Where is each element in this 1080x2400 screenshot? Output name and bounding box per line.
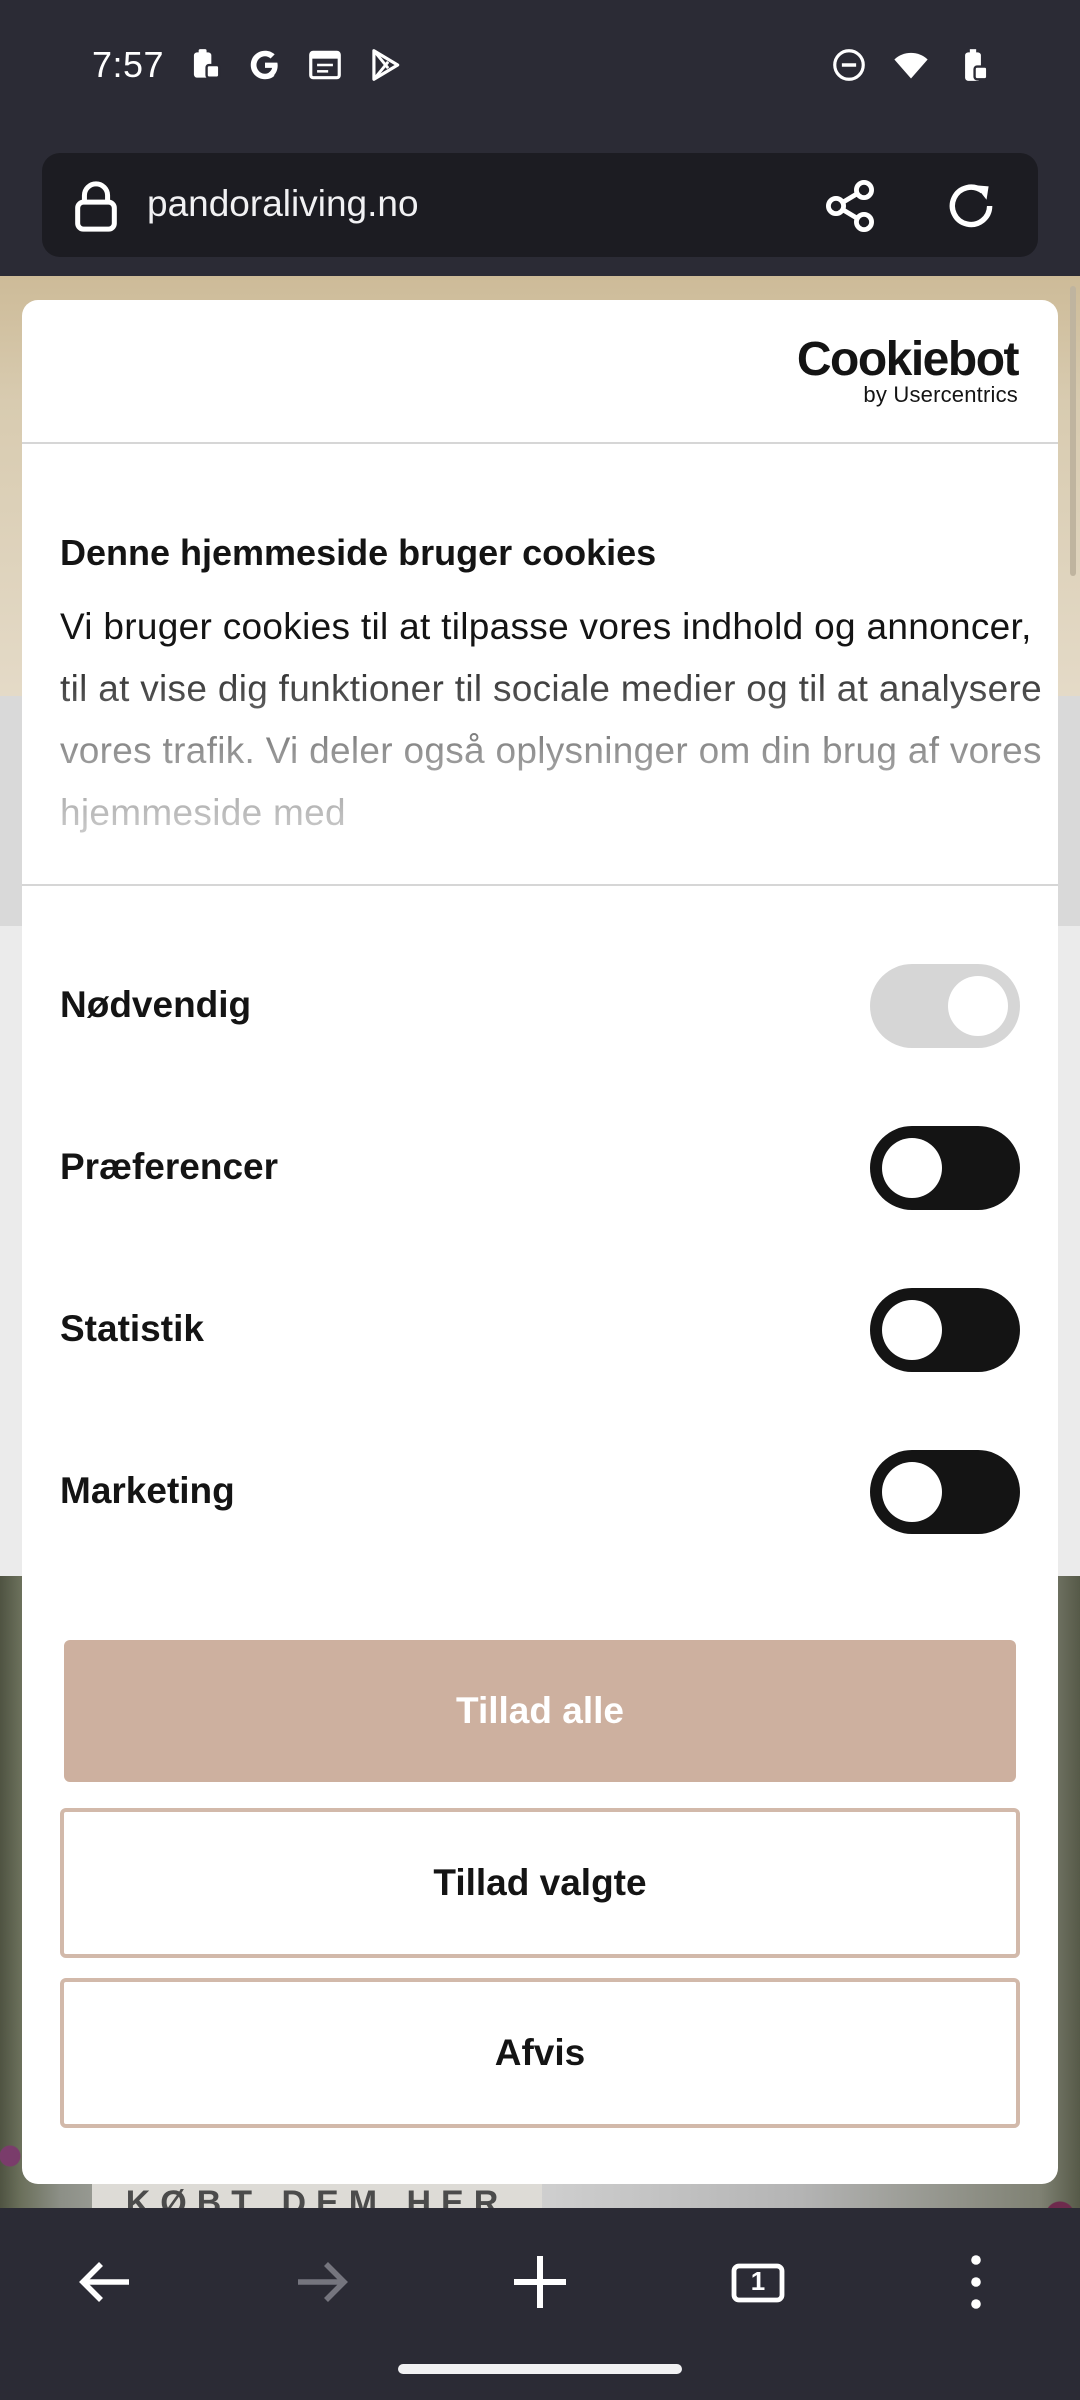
battery-icon: [965, 49, 989, 81]
toggle-row-necessary: Nødvendig: [22, 956, 1058, 1056]
toggle-row-statistics: Statistik: [22, 1280, 1058, 1380]
page-scrollbar[interactable]: [1070, 286, 1076, 576]
status-time: 7:57: [92, 44, 165, 85]
wifi-icon: [894, 52, 928, 79]
toggle-label: Nødvendig: [60, 984, 252, 1025]
allow-all-button[interactable]: Tillad alle: [64, 1640, 1016, 1782]
status-bar: 7:57: [0, 0, 1080, 140]
url-text[interactable]: pandoraliving.no: [147, 183, 419, 225]
dialog-header: Cookiebot by Usercentrics: [22, 300, 1058, 444]
brand-name: Cookiebot: [796, 333, 1020, 386]
back-arrow-icon[interactable]: [75, 2252, 135, 2312]
toggle-row-preferences: Præferencer: [22, 1118, 1058, 1218]
status-system-icons: [830, 46, 992, 84]
play-store-icon: [372, 49, 400, 81]
cookiebot-logo: Cookiebot by Usercentrics: [796, 333, 1020, 408]
toggle-row-marketing: Marketing: [22, 1442, 1058, 1542]
google-icon: [250, 50, 278, 80]
new-tab-plus-icon[interactable]: [510, 2252, 570, 2312]
dialog-body[interactable]: Denne hjemmeside bruger cookies Vi bruge…: [22, 446, 1058, 886]
browser-screen: 7:57 pandoraliving.no KØBT DEM HER Cooki…: [0, 0, 1080, 2400]
do-not-disturb-icon: [833, 49, 865, 81]
marketing-switch[interactable]: [870, 1450, 1020, 1534]
forward-arrow-icon[interactable]: [292, 2252, 352, 2312]
lock-icon[interactable]: [70, 179, 122, 233]
tab-count: 1: [750, 2266, 766, 2296]
share-icon[interactable]: [822, 178, 878, 234]
status-notification-icons: [186, 46, 404, 84]
home-indicator[interactable]: [398, 2364, 682, 2374]
scroll-fade: [22, 646, 1058, 884]
deny-button[interactable]: Afvis: [60, 1978, 1020, 2128]
preferences-switch[interactable]: [870, 1126, 1020, 1210]
calendar-icon: [309, 50, 341, 80]
necessary-switch: [870, 964, 1020, 1048]
toggle-label: Marketing: [60, 1470, 235, 1511]
allow-selected-button[interactable]: Tillad valgte: [60, 1808, 1020, 1958]
toggle-label: Statistik: [60, 1308, 204, 1349]
tab-switcher-icon[interactable]: 1: [728, 2252, 788, 2312]
more-menu-icon[interactable]: [946, 2252, 1006, 2312]
cookie-consent-dialog: Cookiebot by Usercentrics Denne hjemmesi…: [22, 300, 1058, 2184]
reload-icon[interactable]: [942, 177, 1000, 235]
toggle-label: Præferencer: [60, 1146, 279, 1187]
url-bar[interactable]: pandoraliving.no: [42, 153, 1038, 257]
dialog-title: Denne hjemmeside bruger cookies: [60, 532, 657, 573]
statistics-switch[interactable]: [870, 1288, 1020, 1372]
clipboard-lock-icon: [193, 49, 221, 79]
